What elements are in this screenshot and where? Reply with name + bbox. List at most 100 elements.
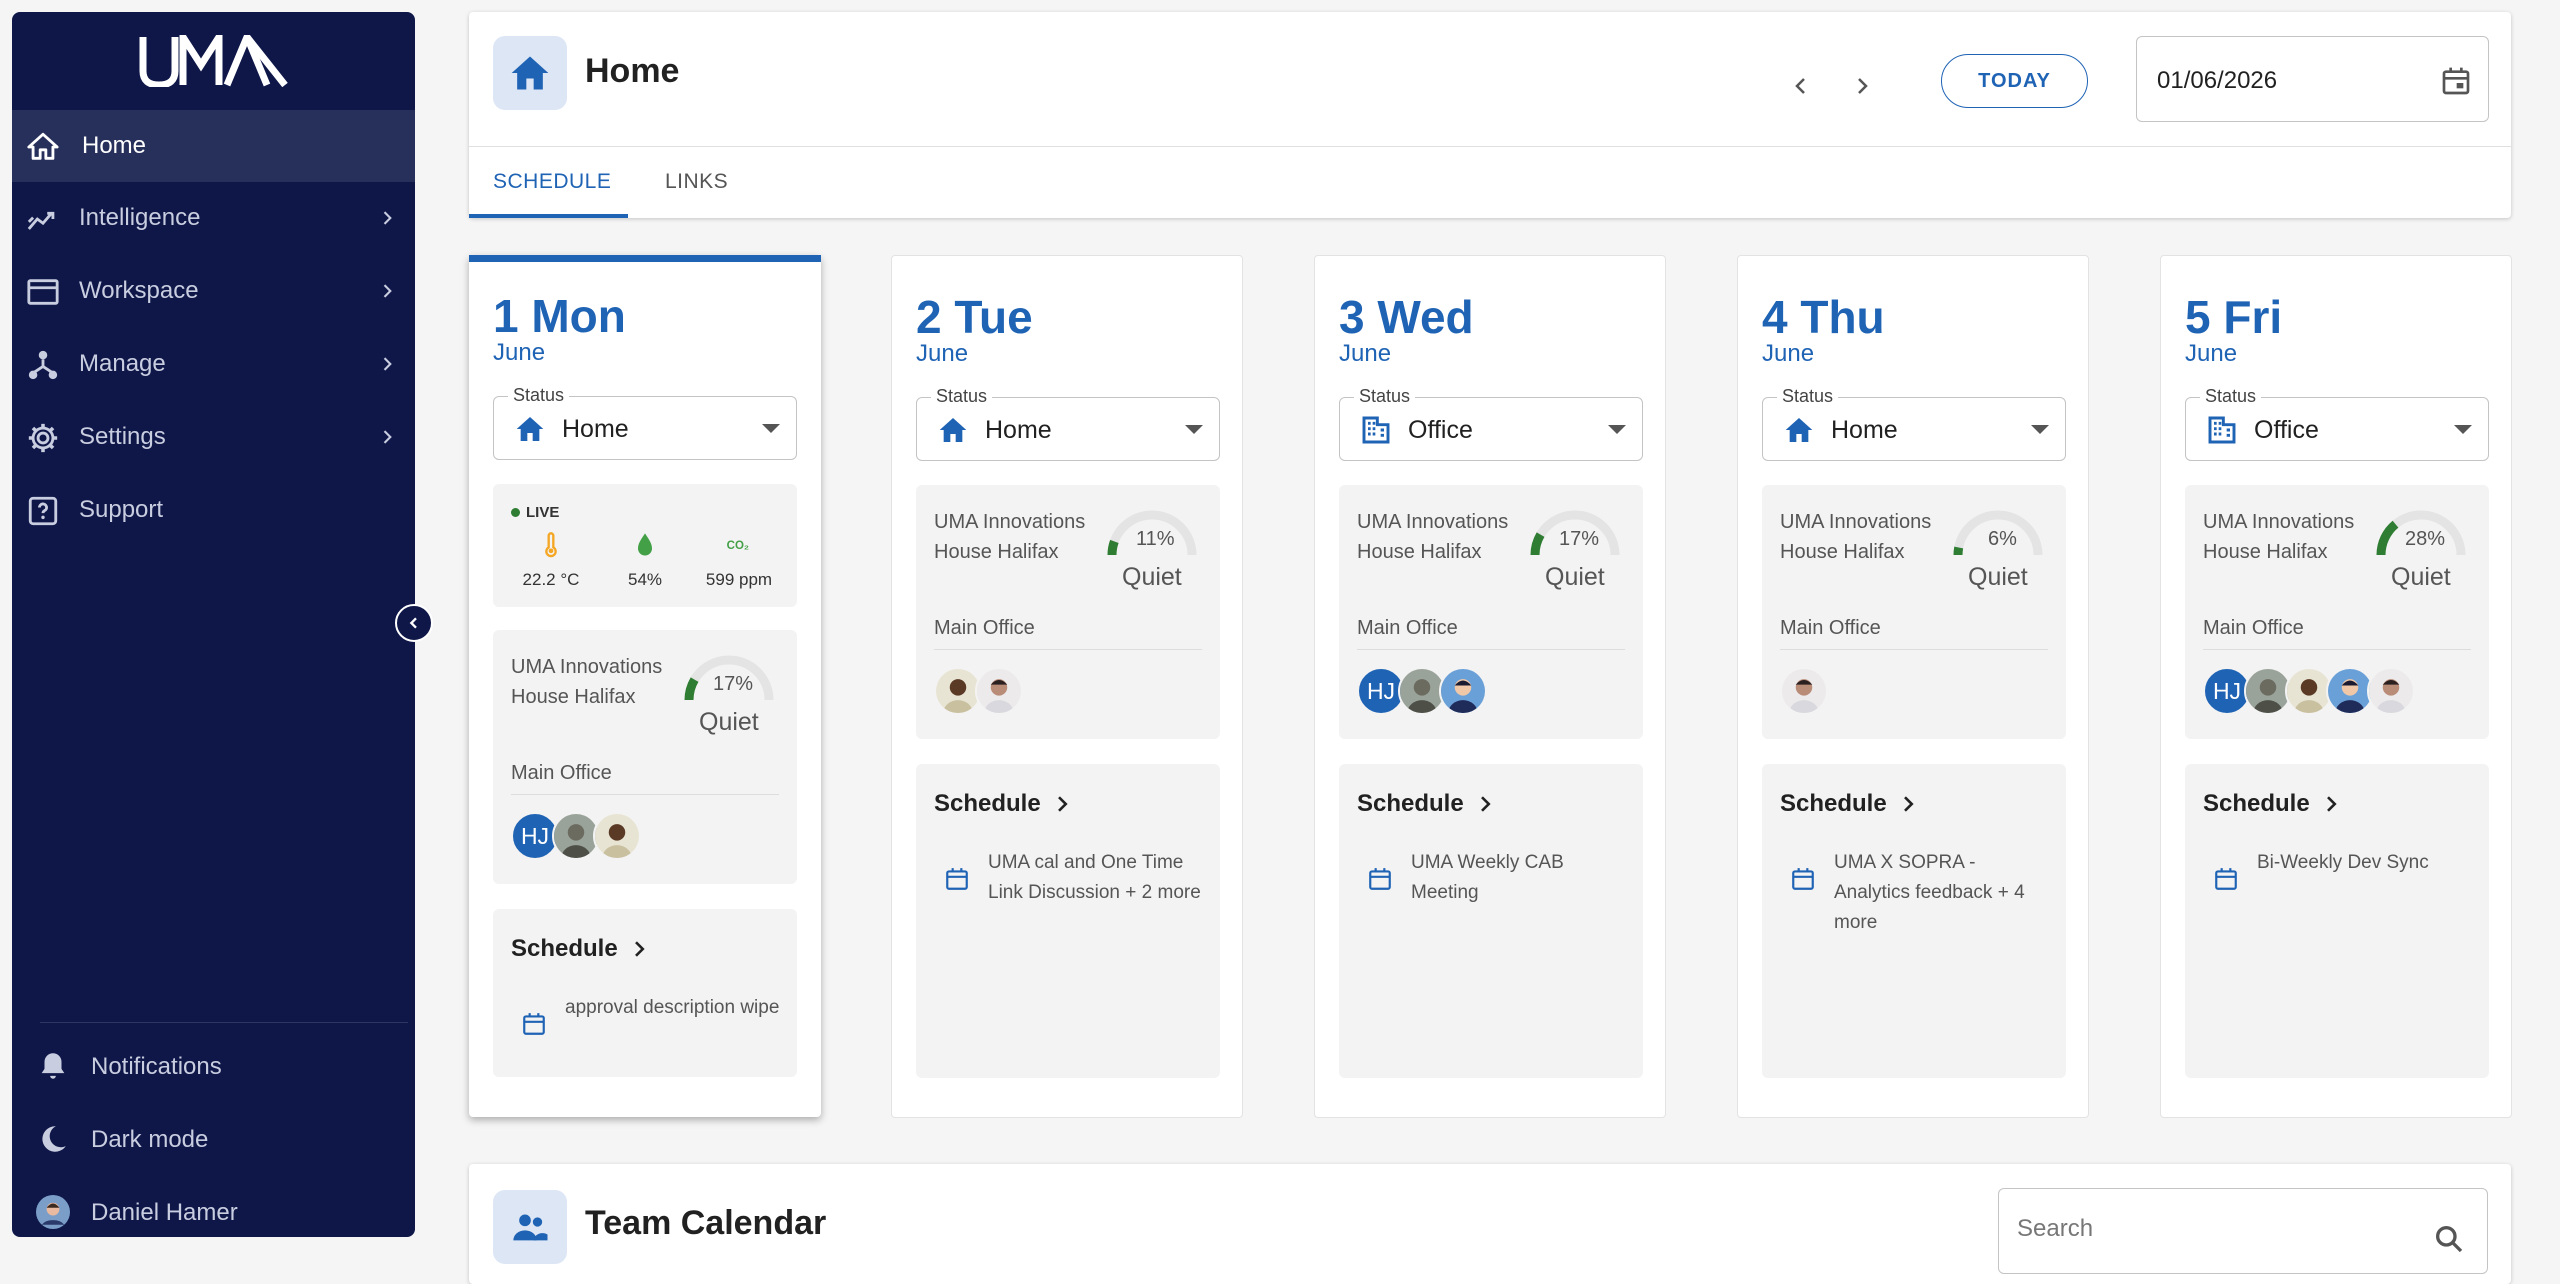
event-title: UMA cal and One Time Link Discussion + 2… <box>988 852 1201 903</box>
uma-logo[interactable] <box>12 12 415 110</box>
panel-divider <box>511 794 779 795</box>
schedule-link[interactable]: Schedule <box>511 935 648 963</box>
attendee-avatars[interactable] <box>1780 667 1828 715</box>
chevron-right-icon <box>1903 796 1914 812</box>
status-select[interactable]: Status Office <box>1339 386 1643 461</box>
dark-mode-toggle[interactable]: Dark mode <box>12 1108 415 1168</box>
day-card-fri[interactable]: 5 Fri June Status Office UMA Innovations… <box>2160 255 2512 1118</box>
next-week-button[interactable] <box>1850 74 1874 98</box>
uma-logo-icon <box>139 35 288 87</box>
sidebar: Home Intelligence Workspace Manage Setti… <box>12 12 415 1237</box>
avatar[interactable] <box>1439 667 1487 715</box>
status-value: Office <box>1408 416 1473 444</box>
schedule-link[interactable]: Schedule <box>934 790 1071 818</box>
team-icon-box <box>493 1190 567 1264</box>
event-item[interactable]: approval description wipe <box>511 993 781 1037</box>
calendar-event-icon <box>2215 868 2237 890</box>
attendee-avatars[interactable] <box>934 667 1023 715</box>
avatar[interactable] <box>593 812 641 860</box>
status-select[interactable]: Status Home <box>916 386 1220 461</box>
status-select[interactable]: Status Home <box>1762 386 2066 461</box>
schedule-link[interactable]: Schedule <box>2203 790 2340 818</box>
panel-divider <box>934 649 1202 650</box>
notifications-label: Notifications <box>91 1053 222 1080</box>
dropdown-arrow-icon <box>1608 425 1626 434</box>
calendar-icon[interactable] <box>2440 65 2472 97</box>
sub-location: Main Office <box>1780 617 1881 639</box>
attendee-avatars[interactable]: HJ <box>1357 667 1487 715</box>
page-title: Home <box>585 52 680 90</box>
event-item[interactable]: UMA X SOPRA - Analytics feedback + 4 mor… <box>1780 848 2050 938</box>
chevron-right-icon <box>1057 796 1068 812</box>
trending-icon <box>27 211 55 230</box>
team-search-field[interactable] <box>1998 1188 2488 1274</box>
schedule-label: Schedule <box>511 935 618 962</box>
day-card-wed[interactable]: 3 Wed June Status Office UMA Innovations… <box>1314 255 1666 1118</box>
event-item[interactable]: UMA Weekly CAB Meeting <box>1357 848 1627 908</box>
live-badge: LIVE <box>511 504 559 521</box>
avatar[interactable] <box>975 667 1023 715</box>
sidebar-item-workspace[interactable]: Workspace <box>12 255 415 327</box>
previous-week-button[interactable] <box>1789 74 1813 98</box>
date-value: 01/06/2026 <box>2157 67 2278 94</box>
dropdown-arrow-icon <box>2454 425 2472 434</box>
noise-level: Quiet <box>1968 563 2028 591</box>
current-day-indicator <box>469 255 821 262</box>
day-card-tue[interactable]: 2 Tue June Status Home UMA Innovations H… <box>891 255 1243 1118</box>
location-panel: UMA Innovations House Halifax 17% Quiet … <box>1339 485 1643 739</box>
day-number: 2 Tue <box>916 291 1033 343</box>
status-select[interactable]: Status Office <box>2185 386 2489 461</box>
location-panel: UMA Innovations House Halifax 6% Quiet M… <box>1762 485 2066 739</box>
event-item[interactable]: UMA cal and One Time Link Discussion + 2… <box>934 848 1204 908</box>
status-select[interactable]: Status Home <box>493 385 797 460</box>
office-building-icon <box>1362 416 1390 444</box>
location-name: UMA Innovations House Halifax <box>2203 511 2355 563</box>
avatar[interactable] <box>1780 667 1828 715</box>
sidebar-item-home[interactable]: Home <box>12 110 415 182</box>
today-button[interactable]: TODAY <box>1941 54 2088 108</box>
sidebar-item-manage[interactable]: Manage <box>12 328 415 400</box>
collapse-sidebar-button[interactable] <box>395 604 433 642</box>
tab-schedule[interactable]: SCHEDULE <box>493 170 611 194</box>
day-card-mon[interactable]: 1 Mon June Status Home LIVE 22.2 °C 54% … <box>469 255 821 1117</box>
attendee-avatars[interactable]: HJ <box>2203 667 2415 715</box>
status-value: Office <box>2254 416 2319 444</box>
chevron-right-icon <box>383 357 392 371</box>
sidebar-item-support[interactable]: Support <box>12 474 415 546</box>
active-tab-indicator <box>469 214 628 218</box>
home-icon <box>939 418 967 442</box>
sidebar-item-label: Settings <box>79 423 166 450</box>
search-input[interactable] <box>2017 1215 2397 1243</box>
date-picker-field[interactable]: 01/06/2026 <box>2136 36 2489 122</box>
day-month: June <box>1339 340 1392 367</box>
sidebar-item-label: Home <box>82 132 147 159</box>
user-profile[interactable]: Daniel Hamer <box>12 1181 415 1237</box>
attendee-avatars[interactable]: HJ <box>511 812 641 860</box>
tab-links[interactable]: LINKS <box>665 170 728 194</box>
event-item[interactable]: Bi-Weekly Dev Sync <box>2203 848 2473 892</box>
chevron-right-icon <box>1480 796 1491 812</box>
sub-location: Main Office <box>934 617 1035 639</box>
day-number: 3 Wed <box>1339 291 1474 343</box>
day-card-thu[interactable]: 4 Thu June Status Home UMA Innovations H… <box>1737 255 2089 1118</box>
occupancy-value: 28% <box>2405 528 2446 550</box>
panel-divider <box>1780 649 2048 650</box>
schedule-link[interactable]: Schedule <box>1357 790 1494 818</box>
sidebar-item-settings[interactable]: Settings <box>12 401 415 473</box>
sidebar-item-intelligence[interactable]: Intelligence <box>12 182 415 254</box>
schedule-link[interactable]: Schedule <box>1780 790 1917 818</box>
schedule-label: Schedule <box>934 790 1041 817</box>
gauge-fill <box>1953 546 1964 556</box>
day-month: June <box>916 340 969 367</box>
people-icon <box>513 1214 548 1241</box>
notifications-button[interactable]: Notifications <box>12 1035 415 1095</box>
occupancy-gauge: 11% Quiet <box>1102 503 1202 591</box>
status-label: Status <box>508 385 570 406</box>
event-title: approval description wipe <box>565 997 780 1018</box>
calendar-event-icon <box>1369 868 1391 890</box>
avatar[interactable] <box>2367 667 2415 715</box>
chevron-right-icon <box>383 284 392 298</box>
search-icon[interactable] <box>2433 1223 2465 1255</box>
noise-level: Quiet <box>2391 563 2451 591</box>
day-month: June <box>493 339 546 366</box>
